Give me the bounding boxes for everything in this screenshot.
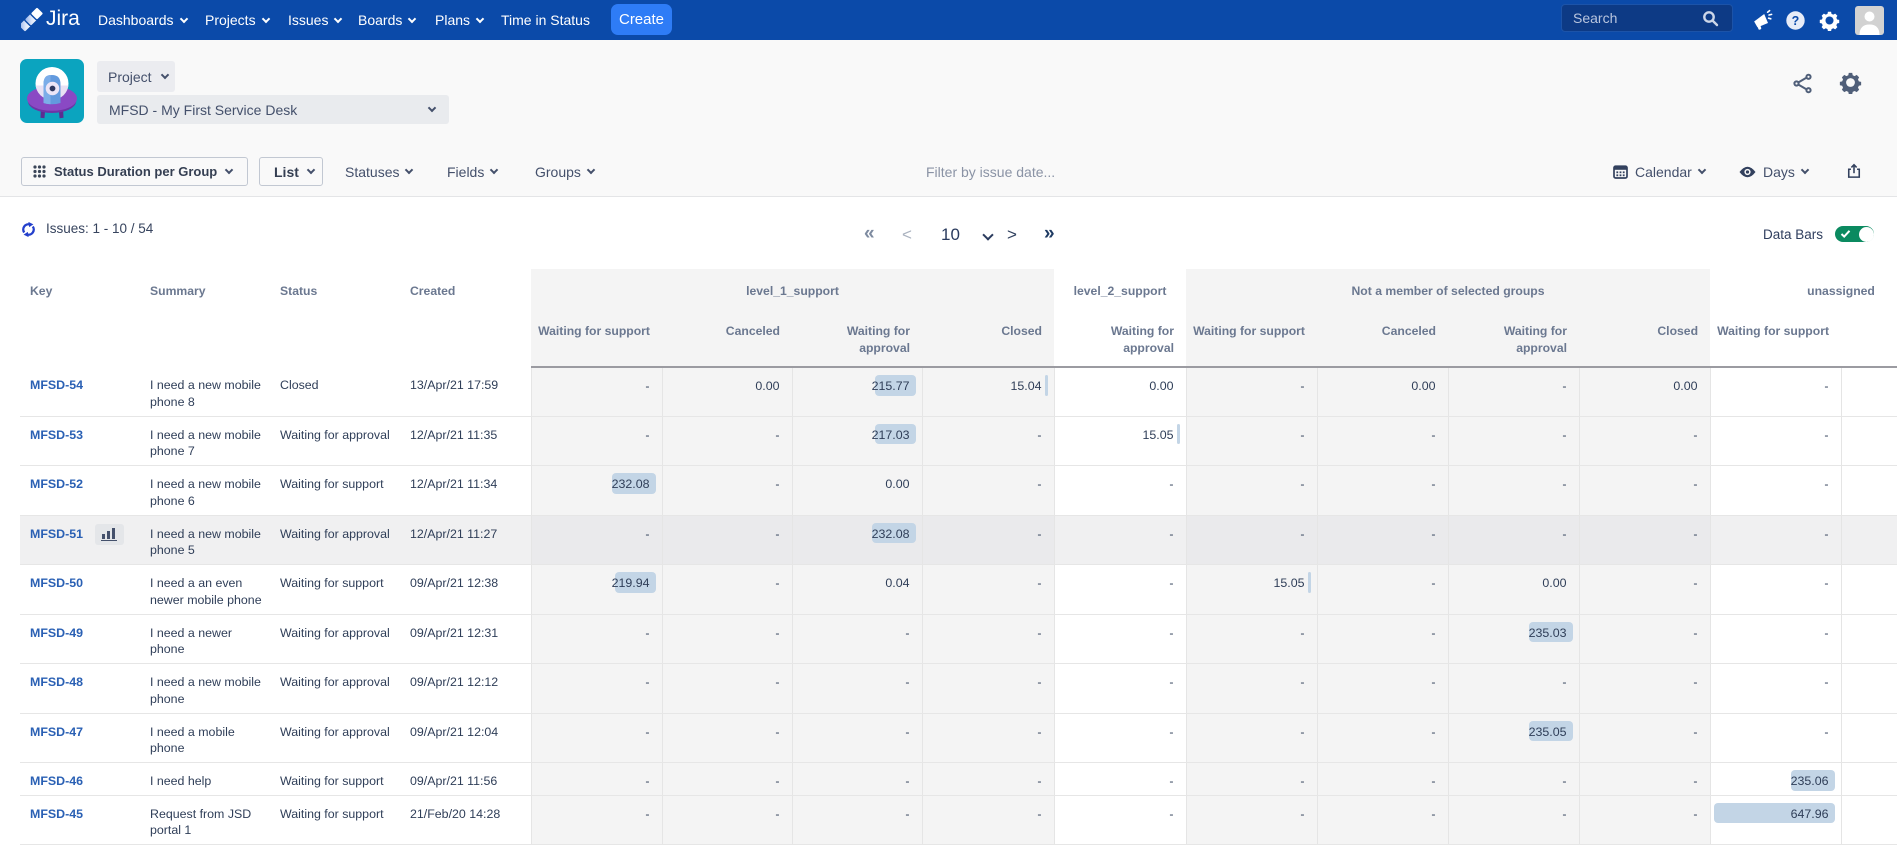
svg-text:?: ? <box>1792 14 1800 28</box>
